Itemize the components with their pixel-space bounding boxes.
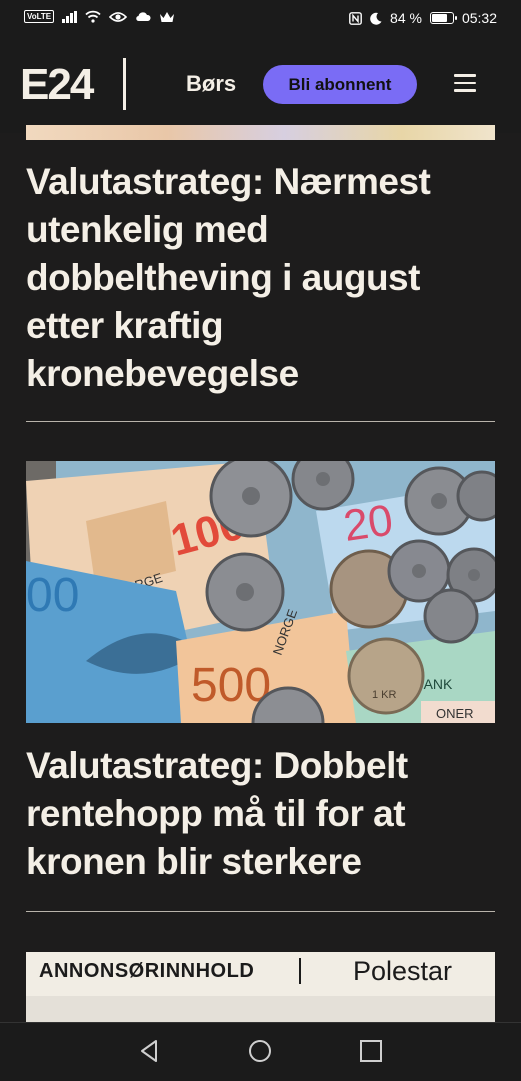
crown-icon (160, 11, 175, 22)
wifi-icon (85, 10, 101, 23)
nfc-icon (349, 11, 362, 25)
kroner-label: ONER (436, 706, 474, 721)
eye-icon (109, 11, 128, 22)
volte-indicator: VoLTE (24, 10, 55, 23)
sponsored-content[interactable]: ANNONSØRINNHOLD Polestar (26, 952, 495, 1022)
article-image-partial[interactable] (26, 125, 495, 140)
back-icon[interactable] (136, 1038, 162, 1064)
system-nav-bar (0, 1022, 521, 1081)
clock: 05:32 (461, 10, 497, 26)
home-icon[interactable] (247, 1038, 273, 1064)
site-header: E24 Børs Bli abonnent (0, 38, 521, 133)
article-headline[interactable]: Valutastrateg: Dobbelt rentehopp må til … (26, 742, 495, 886)
status-bar: VoLTE 84 % 05:32 (0, 0, 521, 38)
ad-brand: Polestar (353, 956, 453, 986)
article-divider (26, 421, 495, 422)
subscribe-button[interactable]: Bli abonnent (263, 65, 417, 104)
ad-separator (299, 958, 301, 984)
battery-icon (429, 12, 457, 24)
article-headline[interactable]: Valutastrateg: Nærmest utenkelig med dob… (26, 158, 495, 398)
coin-label: 1 KR (372, 689, 397, 701)
recents-icon[interactable] (358, 1038, 384, 1064)
article-image[interactable]: 100 NORGE 00 20 500 NORGE S BANK ONER (26, 461, 495, 723)
note-20-label: 20 (341, 496, 396, 551)
battery-percent: 84 % (390, 10, 422, 26)
article-divider (26, 911, 495, 912)
moon-icon (370, 12, 382, 25)
money-photo: 100 NORGE 00 20 500 NORGE S BANK ONER (26, 461, 495, 723)
e24-logo[interactable]: E24 (20, 63, 94, 107)
logo-divider (123, 58, 126, 110)
cloud-icon (136, 12, 151, 22)
ad-image (26, 996, 495, 1022)
nav-link-bors[interactable]: Børs (186, 71, 236, 97)
note-00-label: 00 (26, 569, 79, 622)
ad-label: ANNONSØRINNHOLD (39, 960, 255, 982)
hamburger-menu-icon[interactable] (454, 74, 476, 94)
signal-icon (62, 10, 78, 23)
